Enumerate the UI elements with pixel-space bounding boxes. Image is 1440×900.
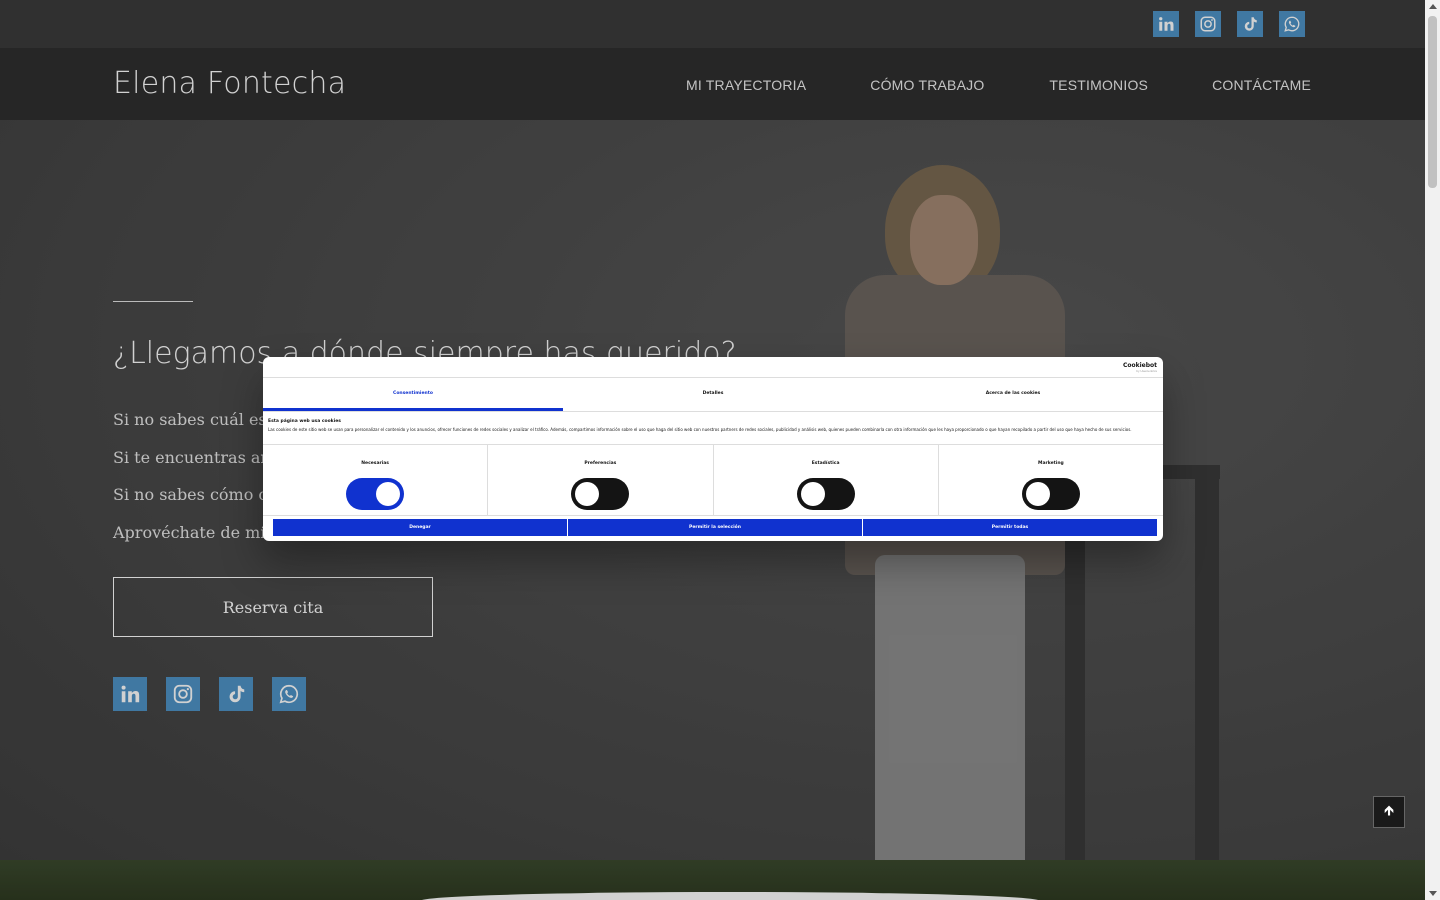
- category-label: Marketing: [1037, 461, 1064, 466]
- arrow-up-icon: 🡹: [1383, 802, 1395, 818]
- page-scrollbar[interactable]: [1425, 0, 1440, 900]
- scrollbar-thumb[interactable]: [1428, 16, 1437, 188]
- category-label: Estadística: [811, 461, 840, 466]
- tab-acerca-de-las-cookies[interactable]: Acerca de las cookies: [863, 378, 1163, 411]
- category-label: Necesarias: [361, 461, 389, 466]
- category-preferencias: Preferencias: [488, 445, 714, 515]
- cookiebot-logo: Cookiebot: [1122, 362, 1157, 369]
- category-label: Preferencias: [584, 461, 617, 466]
- scroll-to-top-button[interactable]: 🡹: [1373, 796, 1405, 828]
- toggle-estadistica[interactable]: [796, 478, 855, 510]
- cookie-categories: Necesarias Preferencias Estadística Mark…: [263, 444, 1163, 516]
- category-marketing: Marketing: [939, 445, 1163, 515]
- tab-detalles[interactable]: Detalles: [563, 378, 863, 411]
- scroll-down-arrow-icon[interactable]: [1429, 891, 1437, 896]
- toggle-marketing[interactable]: [1021, 478, 1080, 510]
- cookiebot-logo-sub: by Usercentrics: [1136, 369, 1157, 373]
- cookie-tabs: Consentimiento Detalles Acerca de las co…: [263, 377, 1163, 412]
- cookie-title: Esta página web usa cookies: [268, 419, 341, 424]
- deny-button[interactable]: Denegar: [273, 519, 567, 536]
- cookie-consent-dialog: Cookiebot by Usercentrics Consentimiento…: [263, 357, 1163, 541]
- tab-consentimiento[interactable]: Consentimiento: [263, 378, 563, 411]
- cookie-description: Las cookies de este sitio web se usan pa…: [268, 427, 1132, 432]
- toggle-necesarias[interactable]: [346, 478, 405, 510]
- allow-all-button[interactable]: Permitir todas: [863, 519, 1157, 536]
- category-necesarias: Necesarias: [263, 445, 489, 515]
- toggle-preferencias[interactable]: [571, 478, 630, 510]
- category-estadistica: Estadística: [714, 445, 939, 515]
- cookie-buttons: Denegar Permitir la selección Permitir t…: [273, 519, 1157, 536]
- allow-selection-button[interactable]: Permitir la selección: [568, 519, 862, 536]
- scroll-up-arrow-icon[interactable]: [1429, 4, 1437, 9]
